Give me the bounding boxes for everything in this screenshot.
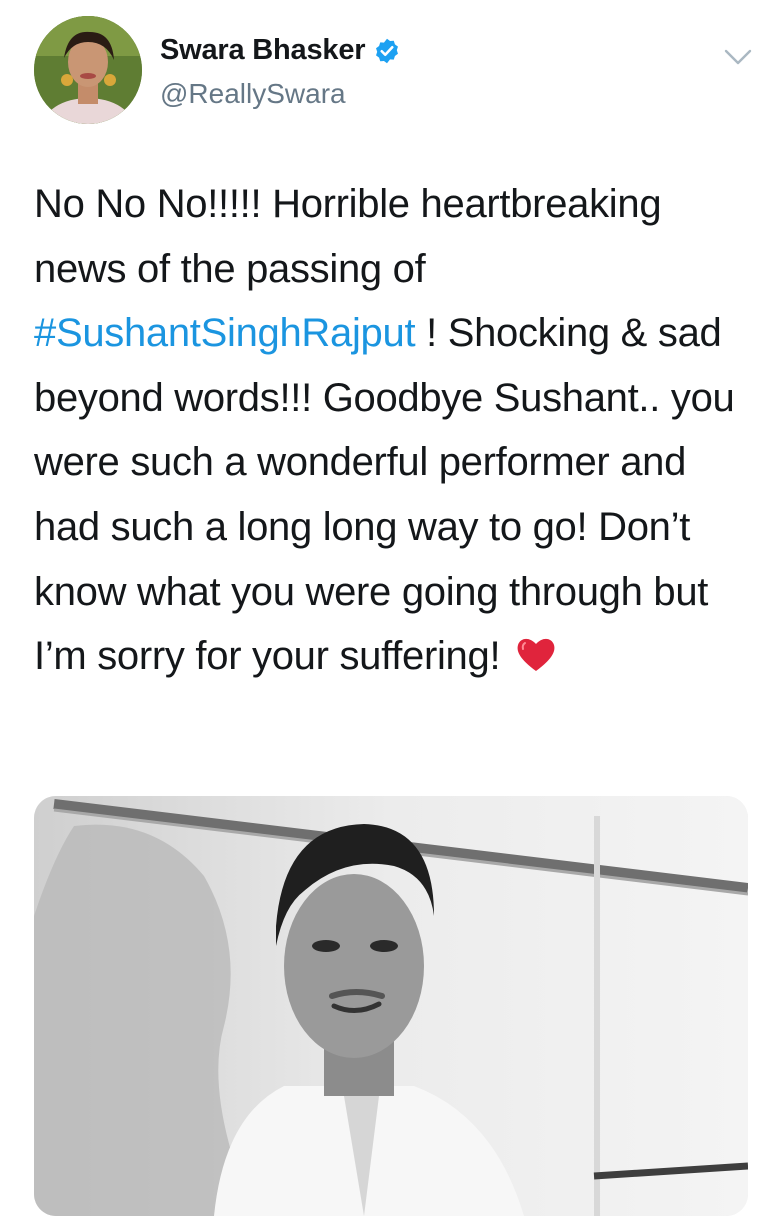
verified-badge-icon [373, 37, 401, 65]
heart-icon [515, 628, 557, 672]
author-handle[interactable]: @ReallySwara [160, 78, 346, 110]
avatar[interactable] [34, 16, 142, 124]
tweet-text-part: No No No!!!!! Horrible heartbreaking new… [34, 182, 662, 291]
tweet-text: No No No!!!!! Horrible heartbreaking new… [34, 172, 754, 689]
chevron-down-icon[interactable] [718, 42, 758, 72]
author-display-name[interactable]: Swara Bhasker [160, 34, 366, 67]
profile-photo-icon [34, 16, 142, 124]
photo-image [34, 796, 748, 1216]
tweet-text-part: ! Shocking & sad beyond words!!! Goodbye… [34, 311, 735, 679]
tweet-photo[interactable] [34, 796, 748, 1216]
tweet-header: Swara Bhasker @ReallySwara [0, 0, 780, 150]
hashtag-link[interactable]: #SushantSinghRajput [34, 311, 416, 355]
author-name-row[interactable]: Swara Bhasker [160, 34, 401, 67]
